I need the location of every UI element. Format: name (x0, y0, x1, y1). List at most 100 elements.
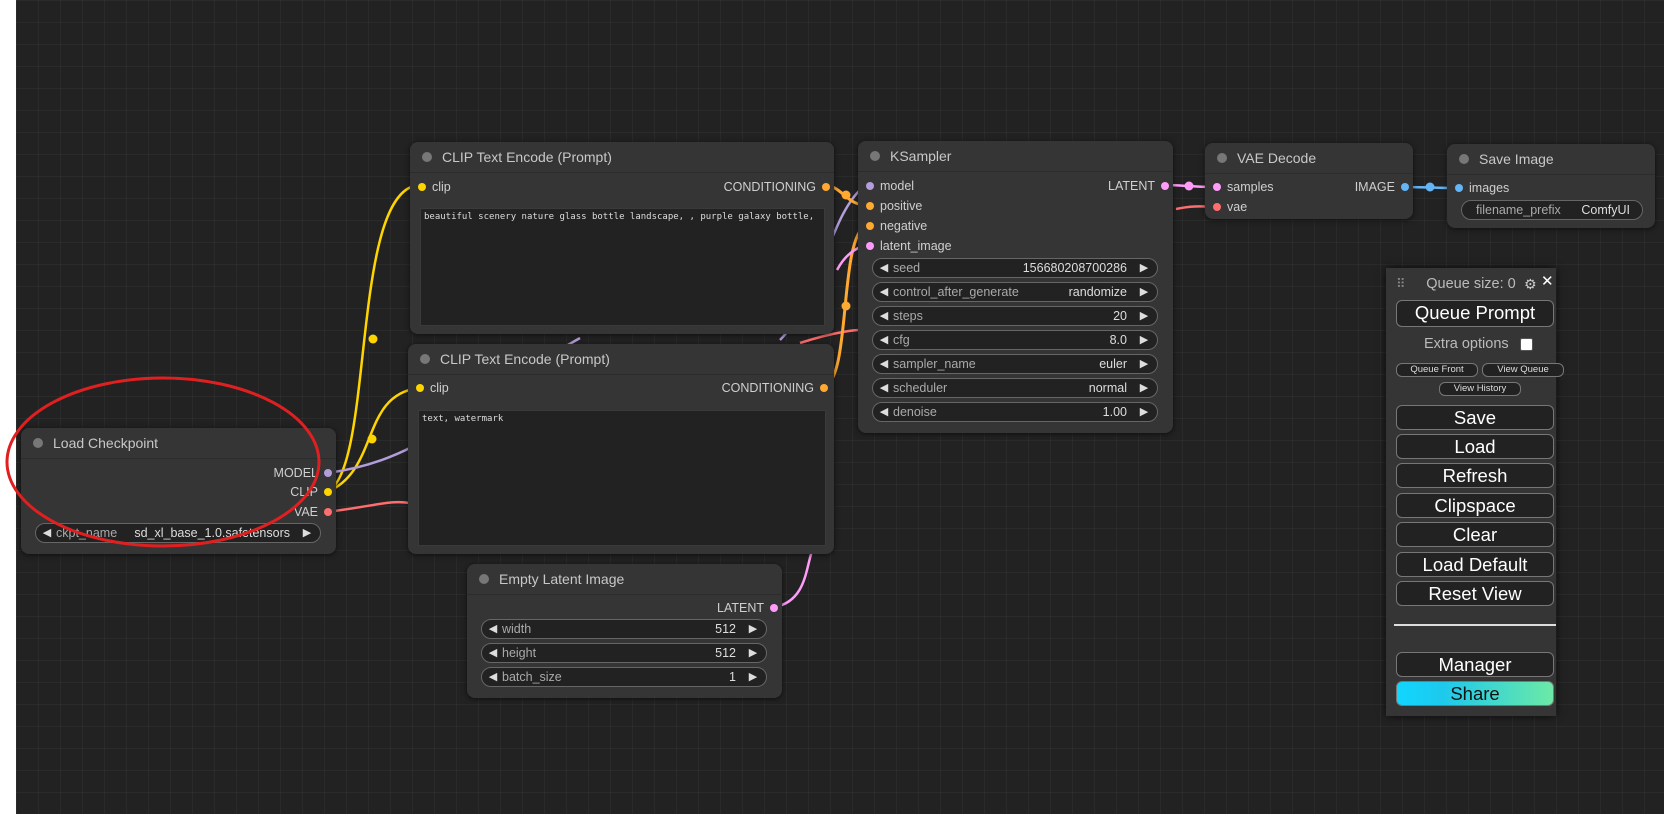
output-slot-model[interactable]: MODEL (274, 464, 336, 482)
increment-arrow-icon[interactable]: ▶ (1137, 403, 1151, 421)
slot-dot-icon[interactable] (866, 242, 874, 250)
increment-arrow-icon[interactable]: ▶ (746, 644, 760, 662)
node-title[interactable]: Save Image (1447, 144, 1655, 175)
slot-dot-icon[interactable] (1213, 203, 1221, 211)
collapse-dot-icon[interactable] (422, 152, 432, 162)
input-slot-negative[interactable]: negative (862, 217, 927, 235)
load-default-button[interactable]: Load Default (1396, 552, 1554, 577)
increment-arrow-icon[interactable]: ▶ (1137, 355, 1151, 373)
node-title[interactable]: CLIP Text Encode (Prompt) (410, 142, 834, 173)
increment-arrow-icon[interactable]: ▶ (1137, 307, 1151, 325)
increment-arrow-icon[interactable]: ▶ (1137, 331, 1151, 349)
output-slot-latent[interactable]: LATENT (717, 599, 782, 617)
clear-button[interactable]: Clear (1396, 522, 1554, 547)
slot-dot-icon[interactable] (770, 604, 778, 612)
widget-scheduler[interactable]: ◀ scheduler normal ▶ (872, 378, 1158, 398)
queue-front-button[interactable]: Queue Front (1396, 363, 1478, 377)
node-vae-decode[interactable]: VAE Decode samples vae IMAGE (1205, 143, 1413, 219)
slot-dot-icon[interactable] (1161, 182, 1169, 190)
extra-options-checkbox[interactable] (1520, 338, 1533, 351)
collapse-dot-icon[interactable] (420, 354, 430, 364)
decrement-arrow-icon[interactable]: ◀ (40, 524, 54, 542)
widget-filename-prefix[interactable]: filename_prefix ComfyUI (1461, 200, 1643, 220)
clipspace-button[interactable]: Clipspace (1396, 493, 1554, 518)
prompt-textarea[interactable]: text, watermark (418, 410, 826, 546)
output-slot-vae[interactable]: VAE (294, 503, 336, 521)
collapse-dot-icon[interactable] (1459, 154, 1469, 164)
decrement-arrow-icon[interactable]: ◀ (877, 355, 891, 373)
output-slot-conditioning[interactable]: CONDITIONING (722, 379, 832, 397)
slot-dot-icon[interactable] (866, 222, 874, 230)
decrement-arrow-icon[interactable]: ◀ (877, 331, 891, 349)
widget-cfg[interactable]: ◀ cfg 8.0 ▶ (872, 330, 1158, 350)
widget-denoise[interactable]: ◀ denoise 1.00 ▶ (872, 402, 1158, 422)
collapse-dot-icon[interactable] (33, 438, 43, 448)
input-slot-latent-image[interactable]: latent_image (862, 237, 952, 255)
input-slot-samples[interactable]: samples (1209, 178, 1274, 196)
slot-dot-icon[interactable] (820, 384, 828, 392)
increment-arrow-icon[interactable]: ▶ (746, 668, 760, 686)
decrement-arrow-icon[interactable]: ◀ (486, 644, 500, 662)
node-empty-latent-image[interactable]: Empty Latent Image LATENT ◀ width 512 ▶ ◀ he… (467, 564, 782, 698)
load-button[interactable]: Load (1396, 434, 1554, 459)
node-title[interactable]: CLIP Text Encode (Prompt) (408, 344, 834, 375)
gear-icon[interactable]: ⚙ (1524, 276, 1537, 293)
widget-seed[interactable]: ◀ seed 156680208700286 ▶ (872, 258, 1158, 278)
input-slot-clip[interactable]: clip (414, 178, 451, 196)
widget-steps[interactable]: ◀ steps 20 ▶ (872, 306, 1158, 326)
refresh-button[interactable]: Refresh (1396, 463, 1554, 488)
node-title[interactable]: VAE Decode (1205, 143, 1413, 174)
decrement-arrow-icon[interactable]: ◀ (877, 403, 891, 421)
comfy-menu[interactable]: ⠿ Queue size: 0 ⚙ ✕ Queue Prompt Extra o… (1386, 268, 1564, 716)
increment-arrow-icon[interactable]: ▶ (1137, 259, 1151, 277)
widget-ckpt-name[interactable]: ◀ ckpt_name sd_xl_base_1.0.safetensors ▶ (35, 523, 321, 543)
decrement-arrow-icon[interactable]: ◀ (877, 379, 891, 397)
output-slot-latent[interactable]: LATENT (1108, 177, 1173, 195)
queue-prompt-button[interactable]: Queue Prompt (1396, 300, 1554, 327)
input-slot-clip[interactable]: clip (412, 379, 449, 397)
slot-dot-icon[interactable] (866, 182, 874, 190)
increment-arrow-icon[interactable]: ▶ (746, 620, 760, 638)
output-slot-clip[interactable]: CLIP (290, 483, 336, 501)
input-slot-images[interactable]: images (1451, 179, 1509, 197)
increment-arrow-icon[interactable]: ▶ (300, 524, 314, 542)
slot-dot-icon[interactable] (416, 384, 424, 392)
slot-dot-icon[interactable] (324, 508, 332, 516)
collapse-dot-icon[interactable] (870, 151, 880, 161)
collapse-dot-icon[interactable] (479, 574, 489, 584)
input-slot-model[interactable]: model (862, 177, 914, 195)
output-slot-conditioning[interactable]: CONDITIONING (724, 178, 834, 196)
input-slot-vae[interactable]: vae (1209, 198, 1247, 216)
extra-options-toggle[interactable]: Extra options (1424, 336, 1533, 352)
widget-height[interactable]: ◀ height 512 ▶ (481, 643, 767, 663)
widget-width[interactable]: ◀ width 512 ▶ (481, 619, 767, 639)
share-button[interactable]: Share (1396, 681, 1554, 706)
view-queue-button[interactable]: View Queue (1482, 363, 1564, 377)
node-ksampler[interactable]: KSampler model positive negative latent_… (858, 141, 1173, 433)
slot-dot-icon[interactable] (1401, 183, 1409, 191)
decrement-arrow-icon[interactable]: ◀ (877, 307, 891, 325)
prompt-textarea[interactable]: beautiful scenery nature glass bottle la… (420, 208, 825, 326)
increment-arrow-icon[interactable]: ▶ (1137, 379, 1151, 397)
node-load-checkpoint[interactable]: Load Checkpoint MODEL CLIP VAE ◀ ckpt_nam… (21, 428, 336, 554)
reset-view-button[interactable]: Reset View (1396, 581, 1554, 606)
output-slot-image[interactable]: IMAGE (1355, 178, 1413, 196)
node-clip-text-encode-negative[interactable]: CLIP Text Encode (Prompt) clip CONDITION… (408, 344, 834, 554)
view-history-button[interactable]: View History (1439, 382, 1521, 396)
node-title[interactable]: Empty Latent Image (467, 564, 782, 595)
increment-arrow-icon[interactable]: ▶ (1137, 283, 1151, 301)
node-save-image[interactable]: Save Image images filename_prefix ComfyUI (1447, 144, 1655, 228)
close-icon[interactable]: ✕ (1541, 272, 1554, 290)
manager-button[interactable]: Manager (1396, 652, 1554, 677)
slot-dot-icon[interactable] (324, 488, 332, 496)
node-title[interactable]: KSampler (858, 141, 1173, 172)
node-title[interactable]: Load Checkpoint (21, 428, 336, 459)
slot-dot-icon[interactable] (866, 202, 874, 210)
widget-batch-size[interactable]: ◀ batch_size 1 ▶ (481, 667, 767, 687)
slot-dot-icon[interactable] (324, 469, 332, 477)
decrement-arrow-icon[interactable]: ◀ (486, 668, 500, 686)
node-clip-text-encode-positive[interactable]: CLIP Text Encode (Prompt) clip CONDITION… (410, 142, 834, 334)
input-slot-positive[interactable]: positive (862, 197, 922, 215)
slot-dot-icon[interactable] (418, 183, 426, 191)
slot-dot-icon[interactable] (1455, 184, 1463, 192)
